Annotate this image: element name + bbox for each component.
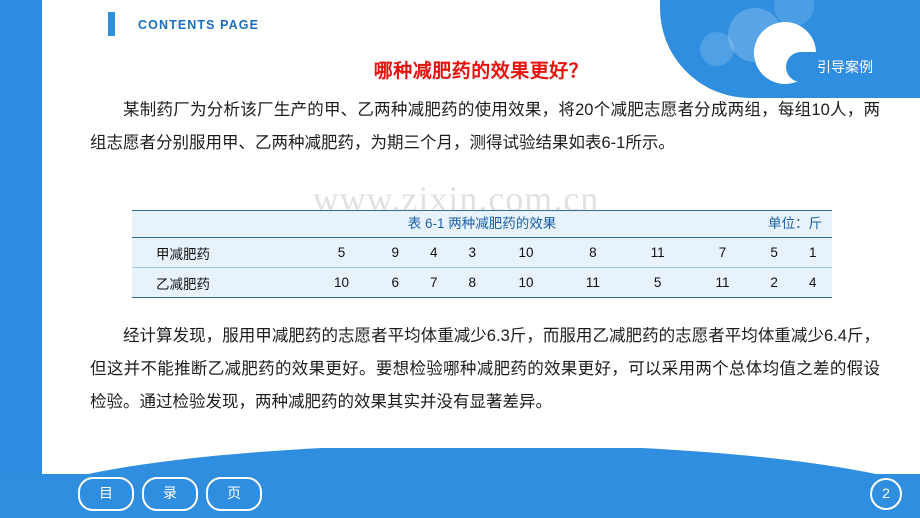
cell: 5: [653, 275, 662, 290]
table-row: 乙减肥药 10 6 7 8 10 11 5 11 2 4: [132, 268, 832, 298]
cell: 11: [715, 275, 730, 290]
footer-arc-decoration: [42, 448, 920, 474]
table-unit-label: 单位：斤: [768, 216, 822, 231]
row-label: 乙减肥药: [156, 276, 210, 292]
cell: 3: [452, 237, 492, 268]
page-number-badge: 2: [870, 478, 902, 510]
cell: 5: [754, 237, 794, 268]
footer-nav-button-3[interactable]: 页: [206, 477, 262, 511]
slide: CONTENTS PAGE 引导案例 哪种减肥药的效果更好？ 某制药厂为分析该厂…: [0, 0, 920, 518]
cell: 11: [585, 275, 600, 290]
table-row: 甲减肥药 5 9 4 3 10 8 11 7 5 1: [132, 237, 832, 268]
cell: 8: [560, 237, 626, 268]
slide-content: 哪种减肥药的效果更好？ 某制药厂为分析该厂生产的甲、乙两种减肥药的使用效果，将2…: [42, 44, 920, 474]
cell: 2: [770, 275, 778, 290]
footer-nav-button-2[interactable]: 录: [142, 477, 198, 511]
cell: 9: [375, 237, 415, 268]
header-marker-icon: [108, 12, 115, 36]
left-band-gradient: [0, 0, 42, 518]
cell: 7: [690, 237, 755, 268]
footer-arc-shape: [42, 448, 920, 474]
results-table: 甲减肥药 5 9 4 3 10 8 11 7 5 1 乙减肥药 10 6 7 8…: [132, 237, 832, 297]
row-label: 甲减肥药: [132, 237, 307, 268]
cell: 8: [468, 275, 476, 290]
cell: 5: [307, 237, 376, 268]
header-title: CONTENTS PAGE: [138, 18, 260, 32]
footer-nav-button-1[interactable]: 目: [78, 477, 134, 511]
cell: 7: [429, 275, 438, 290]
page-title: 哪种减肥药的效果更好？: [373, 61, 589, 82]
cell: 1: [793, 237, 832, 268]
cell: 4: [808, 275, 817, 290]
cell: 10: [518, 275, 534, 290]
slide-footer: [0, 474, 920, 518]
cell: 10: [491, 237, 561, 268]
cell: 10: [333, 275, 349, 290]
data-table-container: 表 6-1 两种减肥药的效果 单位：斤 甲减肥药 5 9 4 3 10 8 11…: [132, 210, 832, 298]
left-blue-band: [0, 0, 42, 518]
cell: 11: [625, 237, 691, 268]
paragraph-1: 某制药厂为分析该厂生产的甲、乙两种减肥药的使用效果，将20个减肥志愿者分成两组，…: [90, 101, 880, 152]
paragraph-2: 经计算发现，服用甲减肥药的志愿者平均体重减少6.3斤，而服用乙减肥药的志愿者平均…: [90, 327, 880, 411]
table-caption: 表 6-1 两种减肥药的效果 单位：斤: [132, 211, 832, 237]
cell: 4: [414, 237, 453, 268]
cell: 6: [391, 275, 399, 290]
table-caption-text: 表 6-1 两种减肥药的效果: [407, 216, 557, 231]
